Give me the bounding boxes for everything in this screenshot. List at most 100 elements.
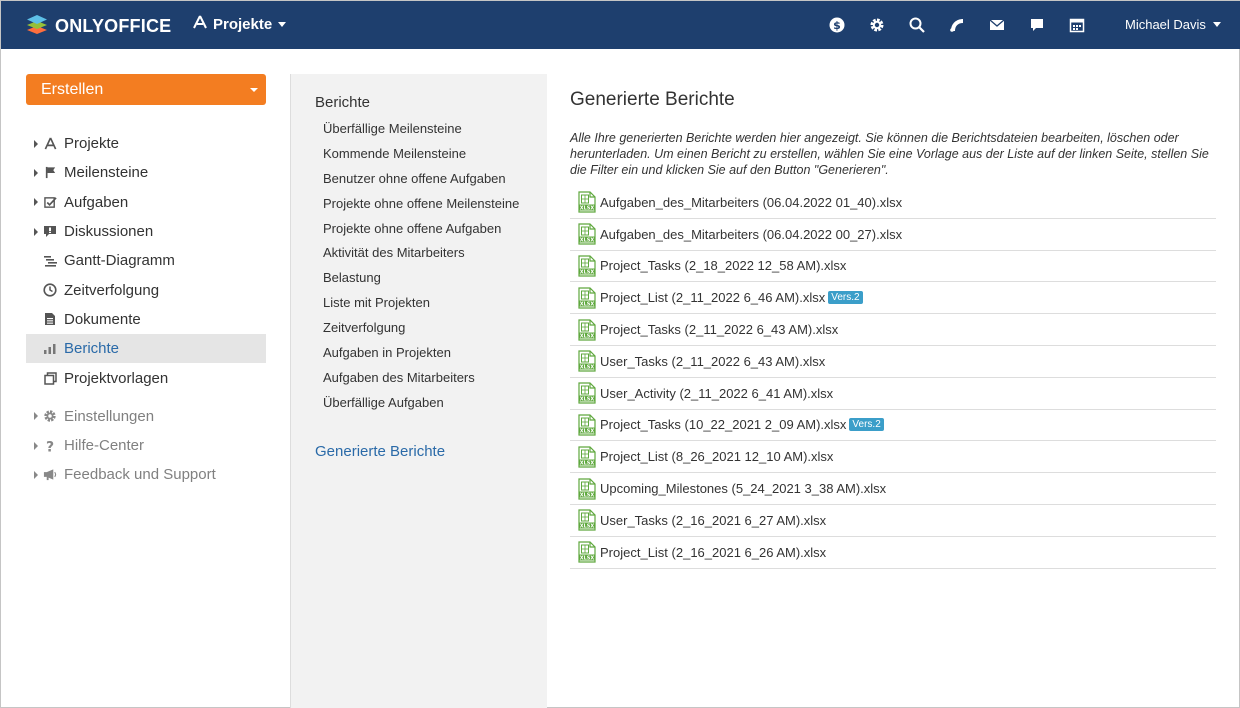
- report-template-item[interactable]: Belastung: [323, 265, 519, 290]
- sidebar-item-label: Hilfe-Center: [64, 437, 145, 455]
- file-name[interactable]: Aufgaben_des_Mitarbeiters (06.04.2022 00…: [600, 227, 902, 242]
- xlsx-file-icon: XLSX: [578, 414, 596, 436]
- file-row[interactable]: XLSX User_Activity (2_11_2022 6_41 AM).xl…: [570, 378, 1216, 410]
- report-template-item[interactable]: Projekte ohne offene Aufgaben: [323, 216, 519, 241]
- sidebar-item-hilfe-center[interactable]: ? Hilfe-Center: [26, 431, 266, 460]
- gear-icon[interactable]: [867, 15, 887, 35]
- feed-icon[interactable]: [947, 15, 967, 35]
- version-badge[interactable]: Vers.2: [849, 418, 884, 432]
- sidebar-item-dokumente[interactable]: Dokumente: [26, 305, 266, 334]
- user-menu[interactable]: Michael Davis: [1125, 17, 1221, 32]
- create-button[interactable]: Erstellen: [26, 74, 266, 105]
- sidebar-item-diskussionen[interactable]: Diskussionen: [26, 217, 266, 246]
- sidebar-item-berichte[interactable]: Berichte: [26, 334, 266, 364]
- sidebar-item-einstellungen[interactable]: Einstellungen: [26, 402, 266, 431]
- chat-icon[interactable]: [1027, 15, 1047, 35]
- report-template-item[interactable]: Aufgaben des Mitarbeiters: [323, 365, 519, 390]
- file-name[interactable]: Project_Tasks (10_22_2021 2_09 AM).xlsx: [600, 417, 846, 432]
- xlsx-file-icon: XLSX: [578, 477, 596, 500]
- sidebar-item-label: Dokumente: [64, 310, 141, 328]
- file-name[interactable]: User_Activity (2_11_2022 6_41 AM).xlsx: [600, 386, 833, 401]
- file-name[interactable]: Project_Tasks (2_11_2022 6_43 AM).xlsx: [600, 322, 838, 337]
- svg-text:XLSX: XLSX: [580, 238, 595, 244]
- expand-arrow-icon[interactable]: [34, 412, 38, 421]
- file-row[interactable]: XLSX Project_List (2_16_2021 6_26 AM).xls…: [570, 537, 1216, 569]
- expand-arrow-icon[interactable]: [34, 441, 38, 450]
- report-template-item[interactable]: Zeitverfolgung: [323, 315, 519, 340]
- sidebar-item-gantt[interactable]: Gantt-Diagramm: [26, 246, 266, 275]
- module-label: Projekte: [213, 15, 273, 33]
- file-name[interactable]: Project_List (2_16_2021 6_26 AM).xlsx: [600, 545, 826, 560]
- report-template-item[interactable]: Aktivität des Mitarbeiters: [323, 240, 519, 265]
- sidebar-item-meilensteine[interactable]: Meilensteine: [26, 158, 266, 187]
- onlyoffice-logo-icon: [25, 12, 49, 41]
- question-icon: ?: [43, 439, 57, 453]
- create-button-label: Erstellen: [41, 80, 104, 98]
- header-toolbar: $: [827, 15, 1107, 35]
- sidebar-item-label: Projektvorlagen: [64, 369, 169, 387]
- xlsx-file-icon: XLSX: [578, 287, 596, 309]
- app-window: ONLYOFFICE Projekte $ Michael Davis Erst…: [0, 0, 1240, 708]
- report-template-list: Überfällige Meilensteine Kommende Meilen…: [323, 116, 519, 415]
- currency-icon[interactable]: $: [827, 15, 847, 35]
- file-row[interactable]: XLSX Project_Tasks (10_22_2021 2_09 AM).x…: [570, 410, 1216, 442]
- svg-text:XLSX: XLSX: [580, 301, 595, 307]
- file-row[interactable]: XLSX Project_Tasks (2_11_2022 6_43 AM).xl…: [570, 314, 1216, 346]
- file-name[interactable]: User_Tasks (2_11_2022 6_43 AM).xlsx: [600, 354, 825, 369]
- file-name[interactable]: Project_List (2_11_2022 6_46 AM).xlsx: [600, 290, 825, 305]
- expand-arrow-icon[interactable]: [34, 227, 38, 236]
- file-row[interactable]: XLSX User_Tasks (2_16_2021 6_27 AM).xlsx: [570, 505, 1216, 537]
- report-template-item[interactable]: Aufgaben in Projekten: [323, 340, 519, 365]
- file-name[interactable]: Project_List (8_26_2021 12_10 AM).xlsx: [600, 449, 833, 464]
- sidebar-item-label: Feedback und Support: [64, 466, 216, 484]
- file-row[interactable]: XLSX User_Tasks (2_11_2022 6_43 AM).xlsx: [570, 346, 1216, 378]
- file-row[interactable]: XLSX Aufgaben_des_Mitarbeiters (06.04.202…: [570, 187, 1216, 219]
- templates-icon: [43, 371, 57, 385]
- sidebar-item-projektvorlagen[interactable]: Projektvorlagen: [26, 363, 266, 392]
- reports-menu-title: Berichte: [315, 94, 371, 111]
- sidebar-item-aufgaben[interactable]: Aufgaben: [26, 188, 266, 217]
- file-row[interactable]: XLSX Upcoming_Milestones (5_24_2021 3_38 …: [570, 473, 1216, 505]
- module-switcher[interactable]: Projekte: [193, 15, 287, 33]
- calendar-icon[interactable]: [1067, 15, 1087, 35]
- expand-arrow-icon[interactable]: [34, 470, 38, 479]
- file-name[interactable]: Upcoming_Milestones (5_24_2021 3_38 AM).…: [600, 481, 886, 496]
- file-row[interactable]: XLSX Project_Tasks (2_18_2022 12_58 AM).x…: [570, 251, 1216, 283]
- report-template-item[interactable]: Liste mit Projekten: [323, 290, 519, 315]
- expand-arrow-icon[interactable]: [34, 198, 38, 207]
- search-icon[interactable]: [907, 15, 927, 35]
- svg-text:XLSX: XLSX: [580, 429, 595, 435]
- report-template-item[interactable]: Überfällige Aufgaben: [323, 390, 519, 415]
- svg-text:XLSX: XLSX: [580, 492, 595, 498]
- task-check-icon: [43, 195, 57, 209]
- sidebar-item-projekte[interactable]: Projekte: [26, 129, 266, 158]
- file-name[interactable]: Aufgaben_des_Mitarbeiters (06.04.2022 01…: [600, 195, 902, 210]
- file-name[interactable]: Project_Tasks (2_18_2022 12_58 AM).xlsx: [600, 258, 846, 273]
- sidebar-item-feedback[interactable]: Feedback und Support: [26, 460, 266, 489]
- report-template-item[interactable]: Benutzer ohne offene Aufgaben: [323, 166, 519, 191]
- svg-text:XLSX: XLSX: [580, 206, 595, 212]
- generated-reports-list: XLSX Aufgaben_des_Mitarbeiters (06.04.202…: [570, 187, 1216, 569]
- report-template-item[interactable]: Kommende Meilensteine: [323, 141, 519, 166]
- sidebar-item-zeitverfolgung[interactable]: Zeitverfolgung: [26, 275, 266, 304]
- sidebar-item-label: Projekte: [64, 135, 120, 153]
- mail-icon[interactable]: [987, 15, 1007, 35]
- discussion-icon: [43, 225, 57, 239]
- expand-arrow-icon[interactable]: [34, 168, 38, 177]
- sidebar-item-label: Zeitverfolgung: [64, 281, 160, 299]
- file-name[interactable]: User_Tasks (2_16_2021 6_27 AM).xlsx: [600, 513, 826, 528]
- version-badge[interactable]: Vers.2: [828, 291, 863, 305]
- logo[interactable]: ONLYOFFICE: [25, 12, 171, 41]
- report-template-item[interactable]: Projekte ohne offene Meilensteine: [323, 191, 519, 216]
- file-row[interactable]: XLSX Project_List (8_26_2021 12_10 AM).xl…: [570, 441, 1216, 474]
- file-row[interactable]: XLSX Project_List (2_11_2022 6_46 AM).xls…: [570, 282, 1216, 315]
- generated-reports-link[interactable]: Generierte Berichte: [315, 443, 445, 460]
- clock-icon: [43, 283, 57, 297]
- sidebar-item-label: Aufgaben: [64, 193, 129, 211]
- svg-text:XLSX: XLSX: [580, 365, 595, 371]
- svg-text:?: ?: [46, 439, 54, 453]
- file-row[interactable]: XLSX Aufgaben_des_Mitarbeiters (06.04.202…: [570, 219, 1216, 251]
- report-template-item[interactable]: Überfällige Meilensteine: [323, 116, 519, 141]
- expand-arrow-icon[interactable]: [34, 139, 38, 148]
